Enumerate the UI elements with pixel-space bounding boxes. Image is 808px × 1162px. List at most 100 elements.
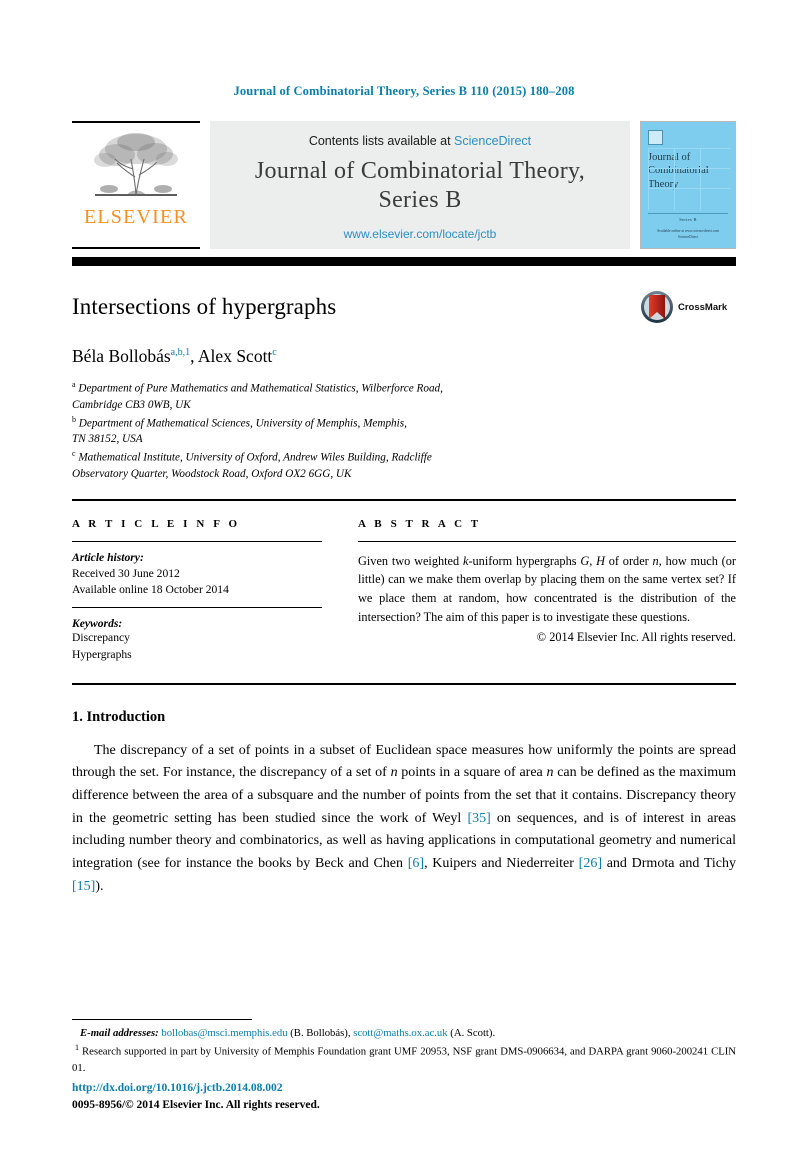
journal-cover-thumbnail[interactable]: Journal of Combinatorial Theory Series B…	[640, 121, 736, 249]
masthead-center-panel: Contents lists available at ScienceDirec…	[210, 121, 630, 249]
keywords-label: Keywords:	[72, 617, 123, 631]
affiliation-item: b Department of Mathematical Sciences, U…	[72, 414, 736, 433]
keyword-item: Discrepancy	[72, 631, 130, 645]
crossmark-badge[interactable]: CrossMark	[640, 290, 736, 324]
journal-title: Journal of Combinatorial Theory, Series …	[255, 157, 585, 216]
footnote-grant: 1 Research supported in part by Universi…	[72, 1042, 736, 1076]
body-top-rule	[72, 682, 736, 685]
paragraph-introduction-1: The discrepancy of a set of points in a …	[72, 740, 736, 899]
issn-copyright-line: 0095-8956/© 2014 Elsevier Inc. All right…	[72, 1098, 320, 1111]
abstract-copyright: © 2014 Elsevier Inc. All rights reserved…	[536, 630, 736, 645]
author-list: Béla Bollobása,b,1, Alex Scottc	[72, 346, 736, 367]
abstract-text: Given two weighted k-uniform hypergraphs…	[358, 552, 736, 647]
affiliation-text: Mathematical Institute, University of Ox…	[78, 451, 432, 464]
sciencedirect-link[interactable]: ScienceDirect	[454, 134, 531, 148]
journal-title-line2: Series B	[378, 187, 462, 214]
colophon: http://dx.doi.org/10.1016/j.jctb.2014.08…	[72, 1080, 320, 1115]
title-block-bottom-rule	[72, 498, 736, 501]
doi-link[interactable]: http://dx.doi.org/10.1016/j.jctb.2014.08…	[72, 1080, 320, 1097]
footnote-rule	[72, 1019, 252, 1021]
article-first-page: Journal of Combinatorial Theory, Series …	[0, 0, 808, 1162]
email-link-2[interactable]: scott@maths.ox.ac.uk	[353, 1027, 447, 1039]
author-separator: ,	[190, 346, 198, 366]
journal-title-line1: Journal of Combinatorial Theory,	[254, 158, 586, 184]
affiliation-text: Department of Pure Mathematics and Mathe…	[78, 382, 443, 395]
affiliation-text-cont: TN 38152, USA	[72, 433, 143, 446]
cover-footer: Available online at www.sciencedirect.co…	[641, 229, 735, 240]
info-abstract-row: A R T I C L E I N F O Article history: R…	[72, 518, 736, 663]
citation-ref-26[interactable]: [26]	[579, 856, 602, 871]
para-text: , Kuipers and Niederreiter	[424, 856, 579, 872]
author-name-1: Béla Bollobás	[72, 346, 171, 366]
crossmark-label: CrossMark	[678, 301, 728, 313]
abstract-heading: A B S T R A C T	[358, 517, 482, 530]
elsevier-wordmark: ELSEVIER	[83, 206, 189, 228]
contents-prefix: Contents lists available at	[308, 134, 455, 148]
para-text: and Drmota and Tichy	[601, 856, 736, 872]
journal-homepage-link[interactable]: www.elsevier.com/locate/jctb	[344, 227, 497, 241]
citation-ref-15[interactable]: [15]	[72, 879, 95, 894]
affiliation-item-cont: Cambridge CB3 0WB, UK	[72, 398, 736, 414]
cover-title-line2: Combinatorial	[648, 165, 709, 177]
affiliation-list: a Department of Pure Mathematics and Mat…	[72, 379, 736, 483]
cover-divider	[648, 213, 728, 215]
affiliation-item: a Department of Pure Mathematics and Mat…	[72, 379, 736, 398]
contents-available-line: Contents lists available at ScienceDirec…	[309, 134, 531, 148]
affiliation-item-cont: Observatory Quarter, Woodstock Road, Oxf…	[72, 467, 736, 483]
crossmark-icon	[641, 291, 673, 323]
affiliation-item: c Mathematical Institute, University of …	[72, 448, 736, 467]
email-owner-1: (B. Bollobás),	[287, 1027, 354, 1040]
affiliation-item-cont: TN 38152, USA	[72, 432, 736, 448]
grant-text: Research supported in part by University…	[72, 1045, 737, 1074]
cover-footer-line2: ScienceDirect	[677, 234, 699, 239]
section-heading-introduction: 1. Introduction	[72, 708, 166, 725]
footnote-marker-1: 1	[75, 1043, 80, 1053]
footnote-emails: E-mail addresses: bollobas@msci.memphis.…	[72, 1025, 736, 1041]
email-link-1[interactable]: bollobas@msci.memphis.edu	[161, 1027, 287, 1039]
author-affiliation-marker-1[interactable]: a,b,1	[171, 347, 190, 358]
available-online-date: Available online 18 October 2014	[72, 583, 229, 597]
affiliation-text-cont: Observatory Quarter, Woodstock Road, Oxf…	[72, 467, 352, 480]
cover-title: Journal of Combinatorial Theory	[648, 151, 728, 191]
article-info-column: A R T I C L E I N F O Article history: R…	[72, 518, 322, 663]
math-G: G	[580, 553, 590, 568]
article-history-group: Article history: Received 30 June 2012 A…	[72, 550, 322, 599]
cover-title-line3: Theory	[648, 178, 679, 190]
abstract-part: -uniform hypergraphs	[468, 553, 581, 568]
cover-publisher-mark-icon	[648, 130, 663, 145]
elsevier-logo: ELSEVIER	[72, 121, 200, 249]
abstract-rule	[358, 540, 736, 542]
author-affiliation-marker-2[interactable]: c	[272, 347, 276, 358]
keyword-item: Hypergraphs	[72, 647, 132, 661]
math-n: n	[390, 765, 398, 781]
citation-ref-35[interactable]: [35]	[467, 811, 490, 826]
author-name-2: Alex Scott	[197, 346, 273, 366]
page-title: Intersections of hypergraphs	[72, 294, 337, 319]
citation-ref-6[interactable]: [6]	[408, 856, 424, 871]
keywords-group: Keywords: Discrepancy Hypergraphs	[72, 607, 322, 662]
abstract-column: A B S T R A C T Given two weighted k-uni…	[358, 518, 736, 663]
para-text: ).	[95, 878, 104, 894]
article-info-heading: A R T I C L E I N F O	[72, 517, 241, 530]
abstract-part: of order	[604, 553, 653, 568]
running-head: Journal of Combinatorial Theory, Series …	[233, 84, 575, 98]
masthead-bottom-rule	[72, 257, 736, 266]
abstract-part: Given two weighted	[358, 553, 463, 568]
cover-title-line1: Journal of	[648, 152, 691, 163]
math-H: H	[596, 553, 605, 568]
footnote-area: E-mail addresses: bollobas@msci.memphis.…	[72, 1019, 736, 1076]
affiliation-text: Department of Mathematical Sciences, Uni…	[78, 417, 407, 430]
article-history-label: Article history:	[72, 550, 144, 564]
affiliation-marker: c	[72, 449, 76, 459]
email-owner-2: (A. Scott).	[447, 1027, 496, 1040]
title-block: CrossMark Intersections of hypergraphs B…	[72, 291, 736, 483]
cover-series-label: Series B	[679, 217, 697, 223]
journal-masthead: ELSEVIER Contents lists available at Sci…	[72, 121, 736, 249]
para-text: points in a square of area	[397, 765, 547, 781]
affiliation-marker: a	[72, 380, 76, 389]
article-info-rule	[72, 540, 322, 542]
elsevier-tree-icon	[94, 133, 178, 196]
affiliation-text-cont: Cambridge CB3 0WB, UK	[72, 398, 191, 411]
email-addresses-label: E-mail addresses:	[80, 1027, 159, 1040]
received-date: Received 30 June 2012	[72, 566, 180, 580]
